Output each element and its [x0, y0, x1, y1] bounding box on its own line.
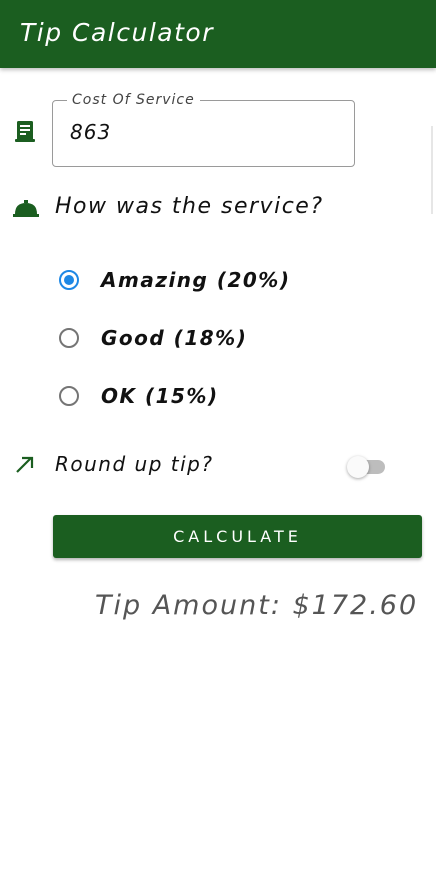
radio-option-amazing[interactable]: Amazing (20%) — [59, 267, 290, 293]
radio-button-good[interactable] — [59, 328, 79, 348]
radio-label-amazing: Amazing (20%) — [101, 268, 291, 292]
toggle-thumb — [347, 456, 369, 478]
radio-button-ok[interactable] — [59, 386, 79, 406]
scroll-edge-indicator — [431, 126, 433, 214]
room-service-bell-icon — [13, 199, 39, 223]
receipt-icon — [15, 120, 37, 148]
trending-up-arrow-icon — [15, 456, 35, 478]
radio-option-ok[interactable]: OK (15%) — [59, 383, 219, 409]
radio-option-good[interactable]: Good (18%) — [59, 325, 247, 351]
tip-amount-result: Tip Amount: $172.60 — [95, 590, 419, 621]
calculate-button[interactable]: CALCULATE — [53, 515, 422, 558]
round-up-tip-label: Round up tip? — [55, 452, 214, 476]
radio-label-ok: OK (15%) — [101, 384, 219, 408]
cost-of-service-input[interactable]: 863 — [70, 120, 111, 144]
round-up-toggle[interactable] — [347, 455, 387, 479]
cost-of-service-field[interactable]: Cost Of Service 863 — [52, 92, 355, 167]
cost-of-service-label: Cost Of Service — [67, 92, 200, 108]
radio-button-amazing[interactable] — [59, 270, 79, 290]
service-question: How was the service? — [55, 194, 324, 219]
app-title: Tip Calculator — [20, 18, 214, 47]
radio-label-good: Good (18%) — [101, 326, 248, 350]
app-bar: Tip Calculator — [0, 0, 436, 68]
